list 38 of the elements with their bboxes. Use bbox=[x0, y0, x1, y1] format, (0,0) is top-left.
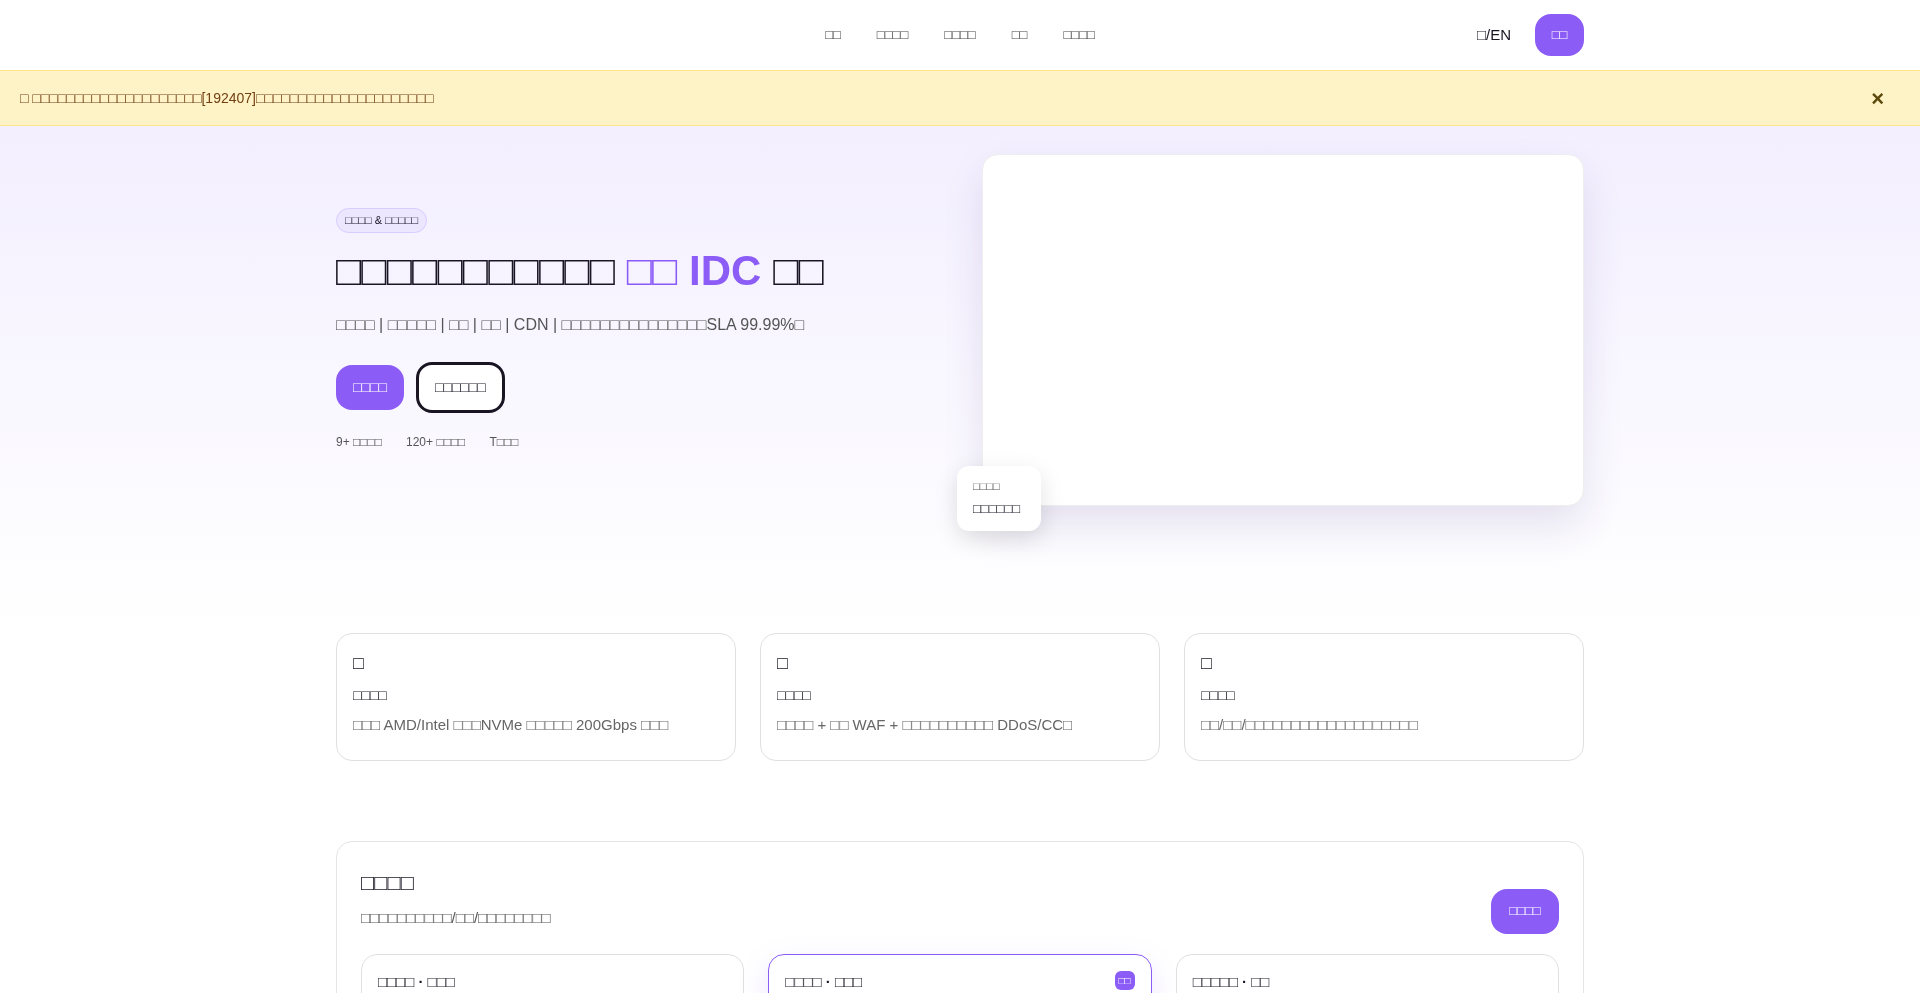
hero-title: □□□□□□□□□□□ □□ IDC □□ bbox=[336, 245, 825, 296]
nav-link[interactable]: □□ bbox=[1011, 25, 1028, 45]
feature-description: □□□□ + □□ WAF + □□□□□□□□□□ DDoS/CC□ bbox=[777, 715, 1073, 735]
plans-subtitle: □□□□□□□□□□/□□/□□□□□□□□ bbox=[361, 908, 552, 928]
plan-card[interactable]: □□□□ · □□□ bbox=[361, 953, 745, 993]
hero-stat: 9+ □□□□ bbox=[336, 434, 382, 451]
feature-description: □□□ AMD/Intel □□□NVMe □□□□□ 200Gbps □□□ bbox=[353, 715, 669, 735]
feature-title: □□□□ bbox=[1201, 686, 1235, 705]
plan-title: □□□□□ · □□ bbox=[1192, 971, 1271, 992]
secondary-button[interactable]: □□□□□□ bbox=[416, 362, 505, 413]
plan-card[interactable]: □□□□□ · □□ bbox=[1175, 953, 1559, 993]
nav-link[interactable]: □□□□ bbox=[876, 25, 909, 45]
feature-title: □□□□ bbox=[777, 686, 811, 705]
hero-badge: □□□□ & □□□□□ bbox=[336, 208, 428, 233]
floating-card-label: □□□□ bbox=[973, 479, 1001, 494]
plans-title: □□□□ bbox=[361, 869, 416, 897]
plan-badge: □□ bbox=[1114, 970, 1135, 990]
primary-button[interactable]: □□□□ bbox=[336, 365, 404, 410]
feature-icon: □ bbox=[1201, 650, 1212, 677]
feature-description: □□/□□/□□□□□□□□□□□□□□□□□□□ bbox=[1201, 715, 1418, 735]
nav-link[interactable]: □□ bbox=[825, 25, 841, 45]
nav-link[interactable]: □□□□ bbox=[944, 25, 976, 45]
hero-subtitle: □□□□ | □□□□□ | □□ | □□ | CDN | □□□□□□□□□□□□□□□SLA 99.99%□ bbox=[336, 315, 806, 335]
feature-icon: □ bbox=[353, 650, 364, 677]
plan-title: □□□□ · □□□ bbox=[785, 971, 864, 992]
plans-button[interactable]: □□□□ bbox=[1491, 888, 1559, 934]
feature-title: □□□□ bbox=[353, 686, 387, 705]
login-button[interactable]: □□ bbox=[1535, 14, 1584, 56]
close-button[interactable]: × bbox=[1871, 81, 1884, 115]
hero-stat: 120+ □□□□ bbox=[406, 434, 466, 451]
hero-stat: T□□□ bbox=[489, 434, 519, 451]
feature-icon: □ bbox=[777, 650, 788, 677]
notice-text: □ □□□□□□□□□□□□□□□□□□□□[192407]□□□□□□□□□□□□□□□□□□□□□ bbox=[20, 88, 435, 108]
language-link[interactable]: □/EN bbox=[1476, 23, 1511, 47]
plan-title: □□□□ · □□□ bbox=[378, 971, 456, 992]
nav-link[interactable]: □□□□ bbox=[1063, 25, 1095, 45]
floating-card-value: □□□□□□ bbox=[973, 499, 1022, 518]
plan-card[interactable]: □□□□ · □□□ □□ bbox=[768, 953, 1152, 993]
